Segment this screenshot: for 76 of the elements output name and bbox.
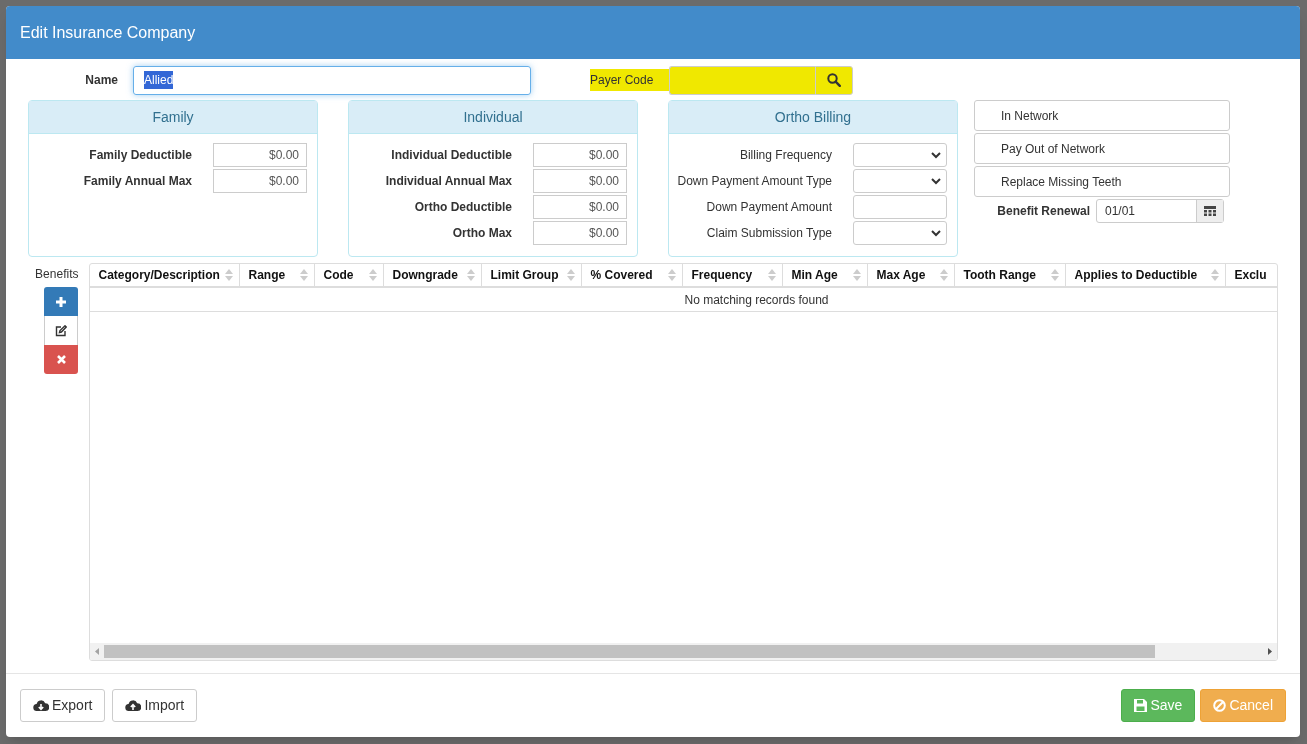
panel-title: Family [152,107,194,127]
column-header[interactable]: Min Age [783,264,869,286]
field-label: Down Payment Amount Type [676,173,833,190]
add-button[interactable] [44,287,79,316]
chevron-down-icon [931,177,941,185]
column-header[interactable]: % Covered [582,264,684,286]
sort-icon [940,268,949,282]
sort-icon [225,268,234,282]
dropdown[interactable] [853,221,947,245]
sort-icon [567,268,576,282]
horizontal-scrollbar[interactable] [90,643,1277,660]
empty-message: No matching records found [684,291,829,309]
benefits-label: Benefits [35,266,79,283]
field-label: Down Payment Amount [705,199,833,216]
option-button[interactable]: Pay Out of Network [974,133,1230,164]
option-button[interactable]: Replace Missing Teeth [974,166,1230,197]
amount-field[interactable]: $0.00 [533,195,627,219]
sort-icon [668,268,677,282]
field-label: Claim Submission Type [705,225,833,242]
field-label: Ortho Max [451,225,513,242]
sort-icon [768,268,777,282]
scrollbar-thumb[interactable] [104,645,1156,658]
dropdown[interactable] [853,169,947,193]
close-icon [55,354,67,365]
field-label: Ortho Deductible [413,199,513,216]
column-header[interactable]: Exclu [1226,264,1277,286]
name-field[interactable]: Allied [133,65,531,95]
name-label: Name [84,72,118,89]
amount-field[interactable]: $0.00 [533,221,627,245]
sort-icon [467,268,476,282]
column-header[interactable]: Limit Group [482,264,583,286]
field-label: Individual Deductible [390,147,513,164]
payer-code-label: Payer Code [590,69,669,91]
chevron-down-icon [931,151,941,159]
text-field[interactable] [853,195,947,219]
amount-field[interactable]: $0.00 [213,169,307,193]
payer-code-field[interactable] [669,65,815,95]
amount-field[interactable]: $0.00 [533,143,627,167]
column-header[interactable]: Frequency [683,264,784,286]
search-button[interactable] [815,65,853,95]
panel-title: Individual [463,107,523,127]
plus-icon [55,295,68,308]
column-header[interactable]: Max Age [868,264,956,286]
field-label: Individual Annual Max [384,173,513,190]
sort-icon [1051,268,1060,282]
import-button[interactable]: Import [112,689,198,722]
name-value: Allied [144,71,174,89]
option-button[interactable]: In Network [974,100,1230,131]
dialog-title: Edit Insurance Company [20,22,196,43]
sort-icon [369,268,378,282]
edit-icon [55,324,68,337]
edit-button[interactable] [44,316,79,345]
column-header[interactable]: Range [240,264,316,286]
column-header[interactable]: Category/Description [90,264,241,286]
cloud-upload-icon [125,699,142,712]
sort-icon [300,268,309,282]
sort-icon [853,268,862,282]
chevron-down-icon [931,229,941,237]
benefit-renewal-label: Benefit Renewal [996,203,1091,220]
amount-field[interactable]: $0.00 [213,143,307,167]
cloud-download-icon [33,699,49,712]
delete-button[interactable] [44,345,79,374]
sort-icon [1211,268,1220,282]
column-header[interactable]: Downgrade [384,264,483,286]
column-header[interactable]: Code [315,264,385,286]
dropdown[interactable] [853,143,947,167]
search-icon [827,73,841,87]
export-button[interactable]: Export [20,689,106,722]
panel-title: Ortho Billing [774,107,852,127]
field-label: Family Annual Max [82,173,193,190]
amount-field[interactable]: $0.00 [533,169,627,193]
field-label: Billing Frequency [738,147,833,164]
field-label: Family Deductible [88,147,193,164]
column-header[interactable]: Applies to Deductible [1066,264,1227,286]
column-header[interactable]: Tooth Range [955,264,1067,286]
ban-icon [1213,699,1227,712]
